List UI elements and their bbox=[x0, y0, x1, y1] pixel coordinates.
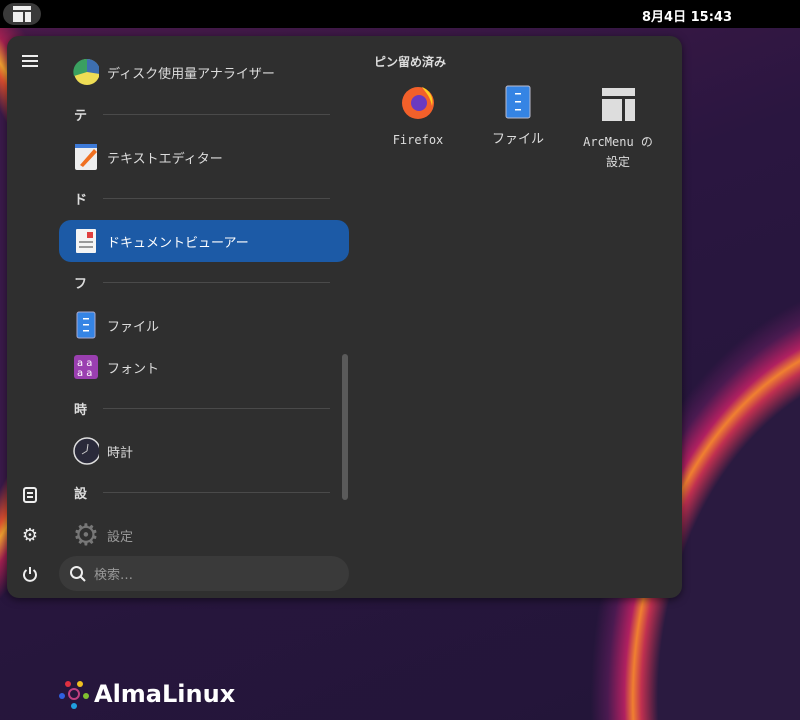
section-header: 設 bbox=[74, 482, 330, 502]
text-editor-icon bbox=[73, 144, 99, 170]
clock-icon bbox=[73, 437, 99, 465]
app-item-files[interactable]: ファイル bbox=[59, 304, 349, 346]
top-bar: 8月4日 15:43 bbox=[0, 0, 800, 28]
arcmenu-button[interactable] bbox=[3, 3, 41, 25]
app-label: ディスク使用量アナライザー bbox=[107, 66, 275, 82]
app-label: テキストエディター bbox=[107, 151, 223, 167]
pinned-label: ファイル bbox=[491, 132, 544, 147]
hamburger-menu-icon[interactable] bbox=[21, 52, 39, 70]
app-label: 時計 bbox=[107, 445, 134, 461]
app-label: フォント bbox=[107, 361, 160, 377]
app-label: ファイル bbox=[107, 319, 160, 335]
search-icon bbox=[70, 565, 86, 582]
scrollbar[interactable] bbox=[342, 354, 348, 500]
files-shortcut-icon[interactable] bbox=[21, 486, 39, 504]
section-header: フ bbox=[74, 272, 330, 292]
firefox-icon bbox=[400, 84, 436, 120]
app-label: 設定 bbox=[107, 529, 134, 545]
disk-usage-icon bbox=[73, 58, 99, 85]
settings-gear-icon[interactable]: ⚙ bbox=[21, 525, 39, 546]
clock[interactable]: 8月4日 15:43 bbox=[642, 6, 732, 25]
pinned-files[interactable]: ファイル bbox=[468, 84, 568, 150]
section-header: ド bbox=[74, 188, 330, 208]
app-menu: ⚙ ディスク使用量アナライザー テ テキストエディター ド ドキュメントビューア… bbox=[7, 36, 682, 598]
pinned-label: Firefox bbox=[392, 133, 444, 147]
search-placeholder: 検索… bbox=[94, 568, 134, 583]
app-item-document-viewer[interactable]: ドキュメントビューアー bbox=[59, 220, 349, 262]
pinned-label: ArcMenu の bbox=[583, 135, 653, 149]
search-input[interactable]: 検索… bbox=[59, 556, 349, 591]
section-header: 時 bbox=[74, 398, 330, 418]
section-header: テ bbox=[74, 104, 330, 124]
pinned-label: 設定 bbox=[605, 155, 630, 169]
arcmenu-icon bbox=[13, 6, 31, 22]
app-item-disk-usage[interactable]: ディスク使用量アナライザー bbox=[59, 51, 349, 93]
fonts-icon: a aa a bbox=[73, 354, 99, 380]
pinned-title: ピン留め済み bbox=[374, 55, 447, 69]
files-icon bbox=[500, 84, 536, 120]
app-item-text-editor[interactable]: テキストエディター bbox=[59, 136, 349, 178]
document-viewer-icon bbox=[73, 228, 99, 254]
almalinux-logo: AlmaLinux bbox=[58, 678, 235, 710]
settings-icon: ⚙ bbox=[72, 517, 100, 553]
files-icon bbox=[73, 311, 99, 339]
svg-text:a a: a a bbox=[77, 368, 92, 379]
app-item-clocks[interactable]: 時計 bbox=[59, 430, 349, 472]
pinned-arcmenu-settings[interactable]: ArcMenu の 設定 bbox=[568, 86, 668, 172]
pinned-firefox[interactable]: Firefox bbox=[368, 84, 468, 150]
almalinux-logo-icon bbox=[59, 681, 89, 709]
arcmenu-icon bbox=[600, 86, 636, 122]
app-label: ドキュメントビューアー bbox=[107, 235, 249, 251]
app-item-settings[interactable]: ⚙ 設定 bbox=[59, 514, 349, 556]
power-icon[interactable] bbox=[21, 565, 39, 583]
app-item-fonts[interactable]: a aa a フォント bbox=[59, 346, 349, 388]
